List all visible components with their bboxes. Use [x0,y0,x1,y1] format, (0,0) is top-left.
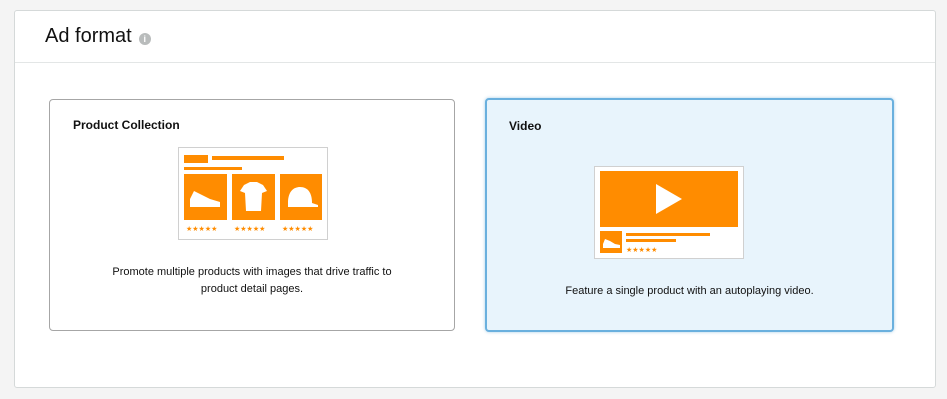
card-description: Feature a single product with an autopla… [565,285,814,297]
tshirt-icon [232,174,275,220]
panel-title: Ad format [45,25,132,47]
format-card-video[interactable]: Video ★★★★★ Feature a single product wit… [485,98,894,332]
card-title: Product Collection [73,118,180,132]
sneaker-icon [600,231,622,253]
cap-icon [280,174,322,220]
rating-stars-icon: ★★★★★ [186,225,217,233]
card-description: Promote multiple products with images th… [112,266,392,295]
rating-stars-icon: ★★★★★ [282,225,313,233]
video-illustration: ★★★★★ [594,166,744,259]
card-title: Video [509,119,542,133]
rating-stars-icon: ★★★★★ [626,246,657,254]
rating-stars-icon: ★★★★★ [234,225,265,233]
product-collection-illustration: ★★★★★ ★★★★★ ★★★★★ [178,147,328,240]
info-icon[interactable]: i [138,33,151,45]
format-card-product-collection[interactable]: Product Collection ★★★★★ ★★★★★ ★★★★★ Pro… [49,99,455,331]
ad-format-panel: Ad format i Product Collection ★★★★★ ★★★… [14,10,936,388]
sneaker-icon [184,174,227,220]
panel-header: Ad format i [15,11,935,63]
